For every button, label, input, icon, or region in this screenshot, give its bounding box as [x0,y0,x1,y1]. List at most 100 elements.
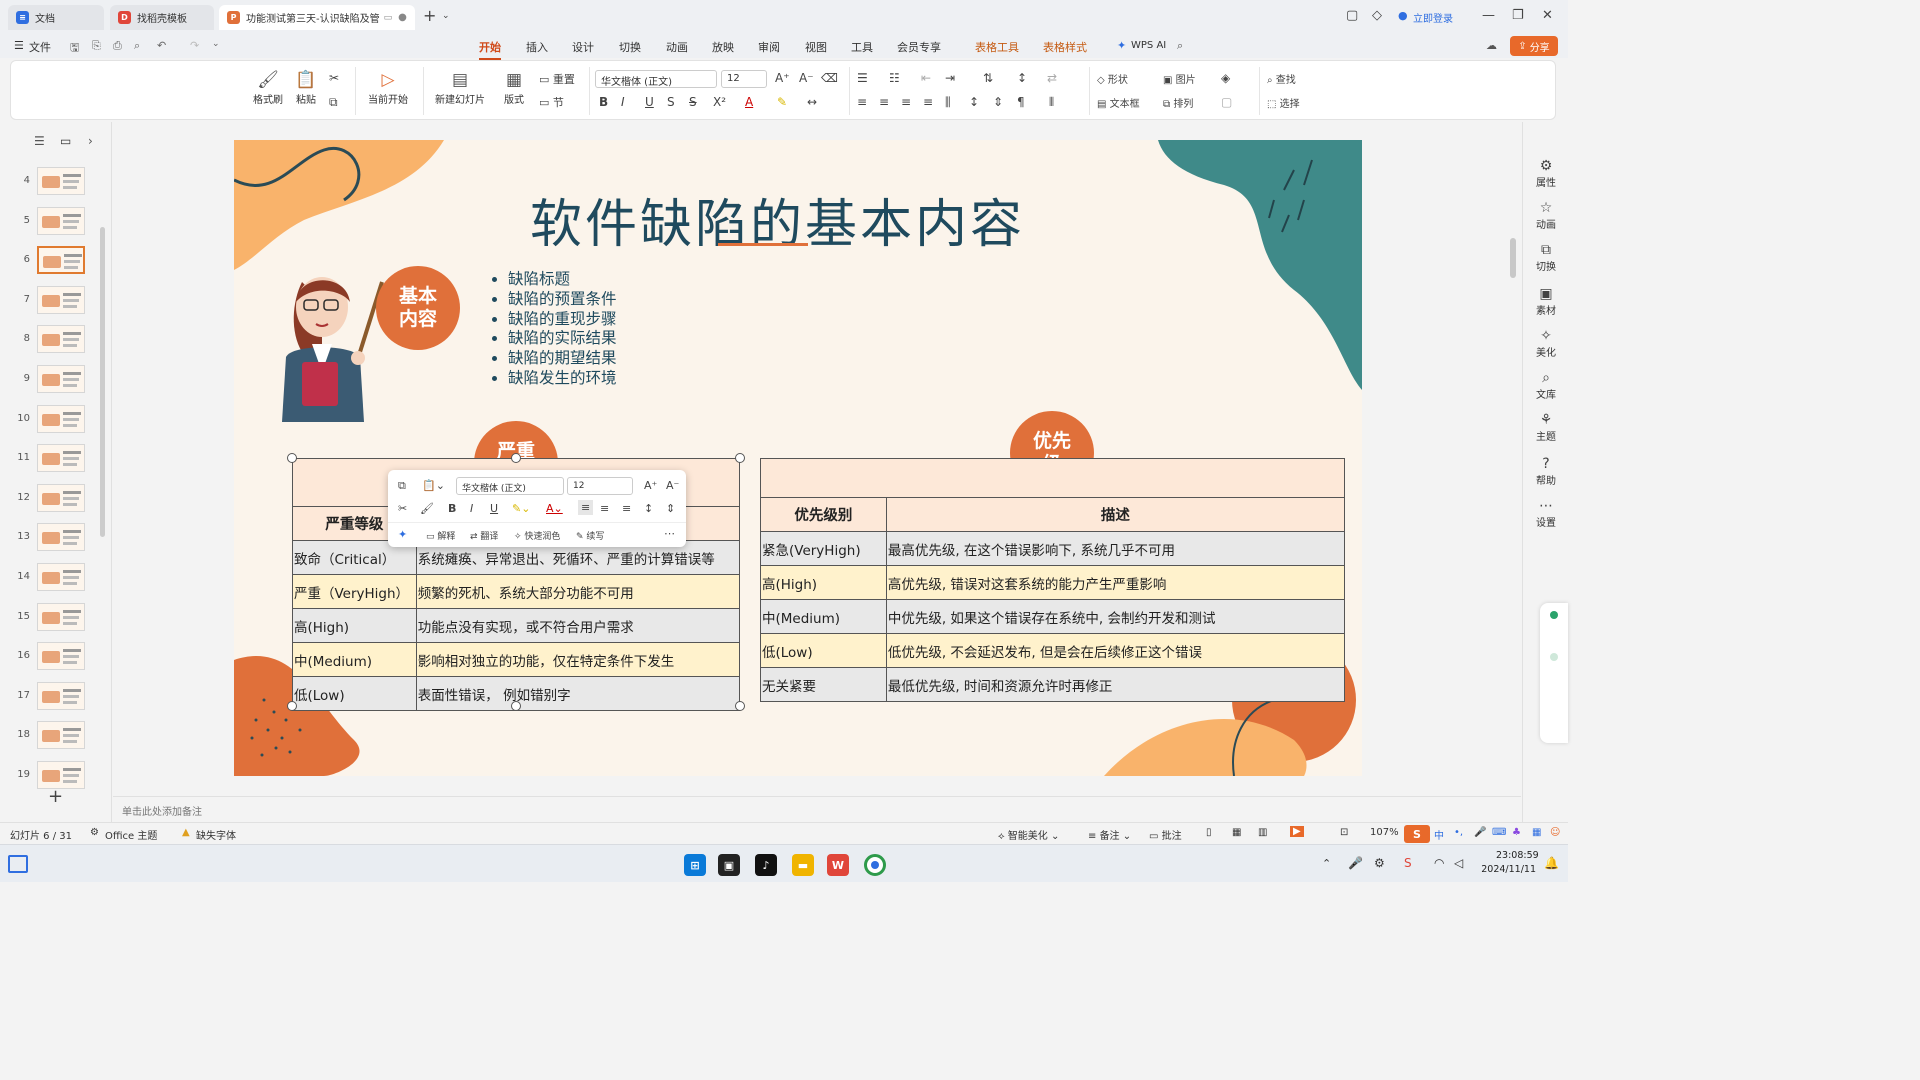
comments-button[interactable]: ▭ 批注 [1149,827,1182,842]
resize-handle[interactable] [287,701,297,711]
font-size-select[interactable]: 12 [721,70,767,88]
sort-icon[interactable]: ↕ [1017,71,1027,85]
decrease-font-icon[interactable]: A⁻ [799,71,814,85]
tab-documents[interactable]: ≡ 文档 [8,5,104,30]
numbered-list-icon[interactable]: ☷ [889,71,900,85]
italic-icon[interactable]: I [470,502,473,515]
copy-icon[interactable]: ⧉ [329,95,338,110]
tab-docer-templates[interactable]: D 找稻壳模板 [110,5,214,30]
cut-icon[interactable]: ✂ [398,502,407,515]
reading-view-icon[interactable]: ▥ [1258,827,1267,838]
font-color-icon[interactable]: A [745,95,753,109]
bullet-list-icon[interactable]: ☰ [857,71,868,85]
highlight-icon[interactable]: ✎ [777,95,787,109]
new-tab-plus-icon[interactable]: + [423,6,436,25]
format-painter-button[interactable]: 🖌 格式刷 [251,69,285,106]
align-center-icon[interactable]: ≡ [600,502,609,515]
clock-time[interactable]: 23:08:59 [1496,850,1539,861]
slide-thumbnail[interactable] [37,681,85,710]
layout-button[interactable]: ▦ 版式 [499,69,529,106]
network-speed-widget[interactable] [1540,603,1568,743]
translate-button[interactable]: ⇄ 翻译 [470,529,498,542]
table-header[interactable]: 描述 [885,497,1346,532]
menu-table-style[interactable]: 表格样式 [1043,39,1087,55]
copy-icon[interactable]: ⧉ [398,479,406,493]
table-cell[interactable]: 表面性错误， 例如错别字 [415,676,741,711]
table-cell[interactable]: 频繁的死机、系统大部分功能不可用 [415,574,741,609]
login-link[interactable]: 立即登录 [1413,10,1453,25]
undo-icon[interactable]: ↶ [157,39,166,52]
outdent-icon[interactable]: ⇤ [921,71,931,85]
chevron-up-icon[interactable]: ⌃ [1322,857,1331,870]
notes-toggle-button[interactable]: ≡ 备注 ⌄ [1088,827,1131,842]
resize-handle[interactable] [735,453,745,463]
distribute-icon[interactable]: ⫼ [945,95,951,110]
line-spacing-icon[interactable]: ↕ [969,95,979,109]
cube-icon[interactable]: ◇ [1372,8,1382,23]
table-cell[interactable]: 高(High) [760,565,887,600]
align-center-icon[interactable]: ≡ [879,95,889,109]
paragraph-icon[interactable]: ¶ [1017,95,1025,109]
collapse-panel-icon[interactable]: › [88,134,93,148]
slide-thumbnail[interactable] [37,167,85,195]
section-button[interactable]: ▭ 节 [539,94,564,110]
slide-thumbnail[interactable] [37,523,85,552]
defect-content-list[interactable]: 缺陷标题 缺陷的预置条件 缺陷的重现步骤 缺陷的实际结果 缺陷的期望结果 缺陷发… [484,270,617,389]
text-direction-icon[interactable]: ⇅ [983,71,993,85]
save-icon[interactable]: 🖫 [70,39,79,58]
restore-icon[interactable]: ❐ [1512,8,1524,23]
slide-thumbnail[interactable] [37,206,85,235]
menu-review[interactable]: 审阅 [758,39,780,55]
slide-thumbnail[interactable] [37,325,85,354]
punctuation-icon[interactable]: •, [1454,827,1463,838]
strikethrough-icon[interactable]: S [689,95,697,109]
clock-date[interactable]: 2024/11/11 [1480,864,1536,875]
slide-thumbnail[interactable] [37,642,85,671]
increase-font-icon[interactable]: A⁺ [775,71,790,85]
chevron-down-icon[interactable]: ⌄ [212,39,220,49]
basic-content-badge[interactable]: 基本 内容 [376,266,460,350]
select-button[interactable]: ⬚ 选择 [1267,95,1300,110]
cloud-upload-icon[interactable]: ☁ [1486,39,1497,52]
smart-beautify-button[interactable]: ⟡ 智能美化 ⌄ [998,827,1059,842]
sogou-tray-icon[interactable]: S [1404,856,1412,870]
paste-icon[interactable]: 📋⌄ [422,479,445,492]
close-icon[interactable]: ✕ [1542,8,1553,23]
menu-table-tools[interactable]: 表格工具 [975,39,1019,55]
normal-view-icon[interactable]: ▯ [1206,827,1212,838]
table-cell[interactable]: 严重（VeryHigh） [292,574,417,609]
outline-view-icon[interactable]: ☰ [34,134,45,148]
convert-icon[interactable]: ⇄ [1047,71,1057,85]
print-icon[interactable]: ⎙ [113,39,122,53]
resize-handle[interactable] [735,701,745,711]
shadow-icon[interactable]: S [667,95,675,109]
skin-icon[interactable]: ♣ [1512,827,1521,838]
search-icon[interactable]: ⌕ [1177,39,1183,53]
missing-font-link[interactable]: 缺失字体 [196,827,236,842]
more-options-icon[interactable]: ⋯ [664,527,675,540]
chrome-icon[interactable] [864,854,886,876]
mini-font-size-select[interactable]: 12 [567,477,633,495]
new-slide-button[interactable]: ▤ 新建幻灯片 [431,69,489,106]
table-cell[interactable]: 低优先级, 不会延迟发布, 但是会在后续修正这个错误 [885,633,1346,668]
underline-icon[interactable]: U [645,95,654,109]
wifi-icon[interactable]: ◠ [1434,856,1444,870]
wps-office-icon[interactable]: W [827,854,849,876]
textbox-button[interactable]: ▤ 文本框 [1097,95,1140,110]
resize-handle[interactable] [287,453,297,463]
superscript-icon[interactable]: X² [713,95,726,109]
settings-button[interactable]: ⋯ 设置 [1523,498,1569,529]
microphone-icon[interactable]: 🎤 [1474,827,1486,838]
microphone-tray-icon[interactable]: 🎤 [1348,856,1363,870]
table-cell[interactable]: 功能点没有实现，或不符合用户需求 [415,608,741,643]
menu-animation[interactable]: 动画 [666,39,688,55]
widgets-icon[interactable] [8,855,28,873]
user-avatar-icon[interactable]: ● [1398,9,1408,22]
properties-button[interactable]: ⚙ 属性 [1523,158,1569,189]
align-right-icon[interactable]: ≡ [901,95,911,109]
menu-home[interactable]: 开始 [479,39,501,60]
theme-name[interactable]: Office 主题 [105,827,157,842]
keyboard-icon[interactable]: ⌨ [1492,827,1506,838]
table-cell[interactable]: 中(Medium) [760,599,887,634]
theme-button[interactable]: ⚘ 主题 [1523,412,1569,443]
